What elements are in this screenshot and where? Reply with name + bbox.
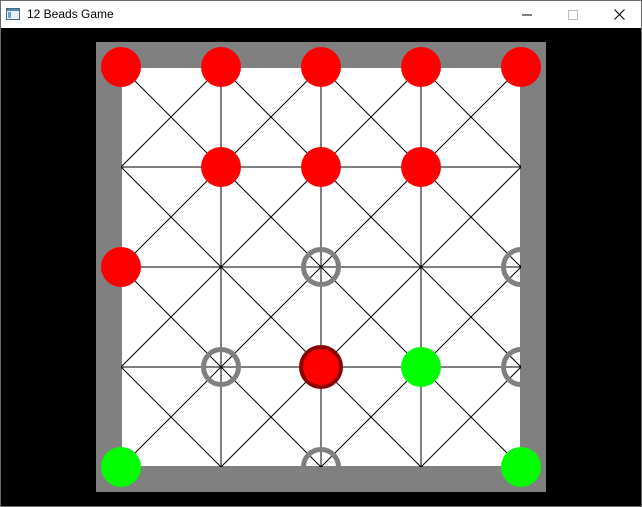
red-bead[interactable] — [101, 47, 141, 87]
selected-red-bead[interactable] — [299, 345, 343, 389]
title-bar[interactable]: 12 Beads Game — [1, 1, 641, 28]
app-icon — [6, 8, 20, 20]
maximize-icon — [568, 9, 578, 20]
red-bead[interactable] — [401, 47, 441, 87]
green-bead[interactable] — [401, 347, 441, 387]
red-bead[interactable] — [301, 147, 341, 187]
minimize-button[interactable] — [504, 1, 550, 28]
close-button[interactable] — [596, 1, 642, 28]
red-bead[interactable] — [101, 247, 141, 287]
red-bead[interactable] — [301, 47, 341, 87]
minimize-icon — [522, 14, 532, 15]
red-bead[interactable] — [501, 47, 541, 87]
green-bead[interactable] — [501, 447, 541, 487]
window-title: 12 Beads Game — [27, 7, 114, 21]
board-lines — [120, 66, 522, 468]
client-area — [1, 28, 641, 506]
game-window: 12 Beads Game — [0, 0, 642, 507]
close-icon — [613, 9, 625, 20]
red-bead[interactable] — [201, 47, 241, 87]
game-board[interactable] — [1, 28, 641, 506]
maximize-button[interactable] — [550, 1, 596, 28]
green-bead[interactable] — [101, 447, 141, 487]
red-bead[interactable] — [201, 147, 241, 187]
red-bead[interactable] — [401, 147, 441, 187]
